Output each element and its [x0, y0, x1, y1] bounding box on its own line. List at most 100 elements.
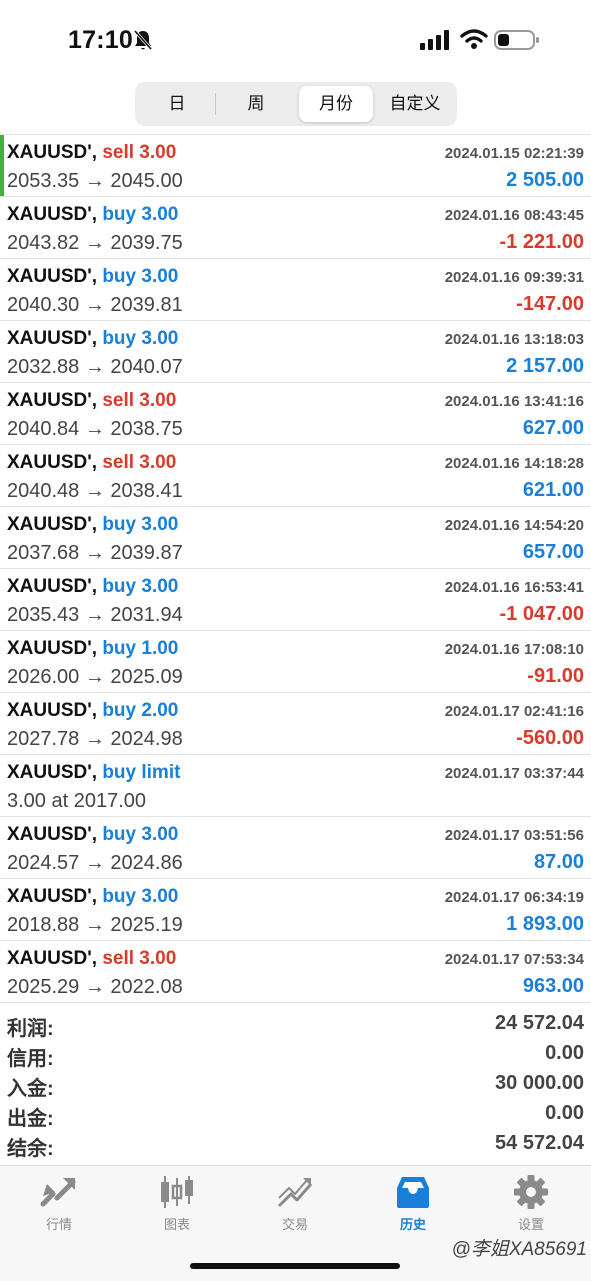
- separator: ,: [91, 700, 98, 721]
- lot-size: 3.00: [139, 948, 177, 969]
- price-range: 2040.48 → 2038.41: [7, 480, 183, 503]
- summary-label: 信用:: [7, 1048, 54, 1070]
- trade-profit: 627.00: [522, 417, 584, 439]
- trade-datetime: 2024.01.16 14:54:20: [444, 517, 584, 534]
- close-price: 2039.75: [110, 232, 183, 254]
- arrow: →: [84, 976, 105, 998]
- side-label: buy: [102, 514, 137, 535]
- settings-icon: [514, 1175, 548, 1209]
- status-bar: 17:10: [0, 0, 591, 80]
- separator: ,: [91, 762, 98, 783]
- arrow: →: [84, 728, 105, 750]
- tab-chart-label: 图表: [163, 1217, 190, 1232]
- close-price: 2031.94: [110, 604, 183, 626]
- trade-row[interactable]: XAUUSD', sell 3.00 2024.01.16 14:18:28 204…: [0, 445, 591, 507]
- trade-row[interactable]: XAUUSD', sell 3.00 2024.01.17 07:53:34 202…: [0, 941, 591, 1003]
- symbol: XAUUSD': [7, 762, 92, 783]
- price-range: 2037.68 → 2039.87: [7, 542, 183, 565]
- side-label: buy: [102, 204, 137, 225]
- segment-month[interactable]: 月份: [299, 86, 373, 122]
- trade-row[interactable]: XAUUSD', buy 3.00 2024.01.16 09:39:31 2040…: [0, 259, 591, 321]
- summary-value: 0.00: [545, 1042, 584, 1064]
- close-price: 2039.81: [110, 294, 183, 316]
- lot-size: 3.00: [141, 886, 179, 907]
- chart-icon: [161, 1176, 193, 1208]
- open-price: 2027.78: [7, 728, 80, 750]
- trade-row[interactable]: XAUUSD', buy 3.00 2024.01.16 16:53:41 2035…: [0, 569, 591, 631]
- side-label: buy: [102, 328, 137, 349]
- price-range: 2040.84 → 2038.75: [7, 418, 183, 441]
- tab-quotes[interactable]: 行情: [0, 1174, 118, 1244]
- lot-size: 3.00: [139, 452, 177, 473]
- trade-side: sell 3.00: [102, 452, 176, 473]
- side-label: buy: [102, 576, 137, 597]
- trade-datetime: 2024.01.17 03:37:44: [444, 765, 584, 782]
- trade-title: XAUUSD', buy 2.00: [7, 700, 178, 722]
- trade-row[interactable]: XAUUSD', buy 2.00 2024.01.17 02:41:16 2027…: [0, 693, 591, 755]
- tab-trade[interactable]: 交易: [236, 1174, 354, 1244]
- segment-week[interactable]: 周: [216, 86, 296, 122]
- arrow: →: [84, 232, 105, 254]
- lot-size: 3.00: [141, 266, 179, 287]
- tab-history-label: 历史: [399, 1217, 426, 1232]
- segment-custom[interactable]: 自定义: [376, 86, 454, 122]
- open-price: 2025.29: [7, 976, 80, 998]
- trade-side: sell 3.00: [102, 142, 176, 163]
- account-summary: 利润: 24 572.04 信用: 0.00 入金: 30 000.00 出金: 0.00 结余…: [0, 1010, 591, 1160]
- wifi-icon: [460, 29, 488, 49]
- side-label: buy: [102, 886, 137, 907]
- trade-datetime: 2024.01.16 13:18:03: [444, 331, 584, 348]
- arrow: →: [84, 542, 105, 564]
- arrow: →: [84, 604, 105, 626]
- trade-profit: 87.00: [533, 851, 584, 873]
- close-price: 2038.75: [110, 418, 183, 440]
- trade-side: sell 3.00: [102, 948, 176, 969]
- open-price: 2037.68: [7, 542, 80, 564]
- trade-row[interactable]: XAUUSD', buy 3.00 2024.01.17 03:51:56 2024…: [0, 817, 591, 879]
- open-price: 2032.88: [7, 356, 80, 378]
- lot-size: 1.00: [141, 638, 179, 659]
- separator: ,: [91, 204, 98, 225]
- trade-profit: 2 157.00: [506, 355, 584, 377]
- trade-datetime: 2024.01.17 03:51:56: [444, 827, 584, 844]
- symbol: XAUUSD': [7, 700, 92, 721]
- separator: ,: [91, 328, 98, 349]
- trade-row[interactable]: XAUUSD', buy 3.00 2024.01.17 06:34:19 2018…: [0, 879, 591, 941]
- trade-row[interactable]: XAUUSD', buy 3.00 2024.01.16 13:18:03 2032…: [0, 321, 591, 383]
- lot-size: 3.00: [141, 204, 179, 225]
- symbol: XAUUSD': [7, 576, 92, 597]
- trade-row[interactable]: XAUUSD', buy 3.00 2024.01.16 08:43:45 2043…: [0, 197, 591, 259]
- price-range: 2043.82 → 2039.75: [7, 232, 183, 255]
- tab-chart[interactable]: 图表: [118, 1174, 236, 1244]
- trade-title: XAUUSD', buy 1.00: [7, 638, 178, 660]
- trade-title: XAUUSD', buy 3.00: [7, 204, 178, 226]
- trade-title: XAUUSD', sell 3.00: [7, 948, 176, 970]
- open-price: 2043.82: [7, 232, 80, 254]
- open-price: 2018.88: [7, 914, 80, 936]
- trade-row[interactable]: XAUUSD', buy 1.00 2024.01.16 17:08:10 2026…: [0, 631, 591, 693]
- symbol: XAUUSD': [7, 204, 92, 225]
- symbol: XAUUSD': [7, 514, 92, 535]
- trade-title: XAUUSD', sell 3.00: [7, 390, 176, 412]
- close-price: 2038.41: [110, 480, 183, 502]
- trade-datetime: 2024.01.16 13:41:16: [444, 393, 584, 410]
- separator: ,: [91, 824, 98, 845]
- price-range: 2032.88 → 2040.07: [7, 356, 183, 379]
- trade-row[interactable]: XAUUSD', sell 3.00 2024.01.16 13:41:16 204…: [0, 383, 591, 445]
- trade-side: buy limit: [102, 762, 180, 783]
- segment-day[interactable]: 日: [139, 86, 215, 122]
- close-price: 2022.08: [110, 976, 183, 998]
- trade-row[interactable]: XAUUSD', buy limit 2024.01.17 03:37:44 3.0…: [0, 755, 591, 817]
- trade-side: buy 3.00: [102, 576, 178, 597]
- home-indicator[interactable]: [190, 1263, 400, 1269]
- open-price: 2053.35: [7, 170, 80, 192]
- trade-side: buy 2.00: [102, 700, 178, 721]
- separator: ,: [91, 266, 98, 287]
- trade-title: XAUUSD', buy 3.00: [7, 576, 178, 598]
- trade-row[interactable]: XAUUSD', buy 3.00 2024.01.16 14:54:20 2037…: [0, 507, 591, 569]
- price-range: 2026.00 → 2025.09: [7, 666, 183, 689]
- separator: ,: [91, 142, 98, 163]
- trade-row[interactable]: XAUUSD', sell 3.00 2024.01.15 02:21:39 205…: [0, 135, 591, 197]
- symbol: XAUUSD': [7, 638, 92, 659]
- separator: ,: [91, 948, 98, 969]
